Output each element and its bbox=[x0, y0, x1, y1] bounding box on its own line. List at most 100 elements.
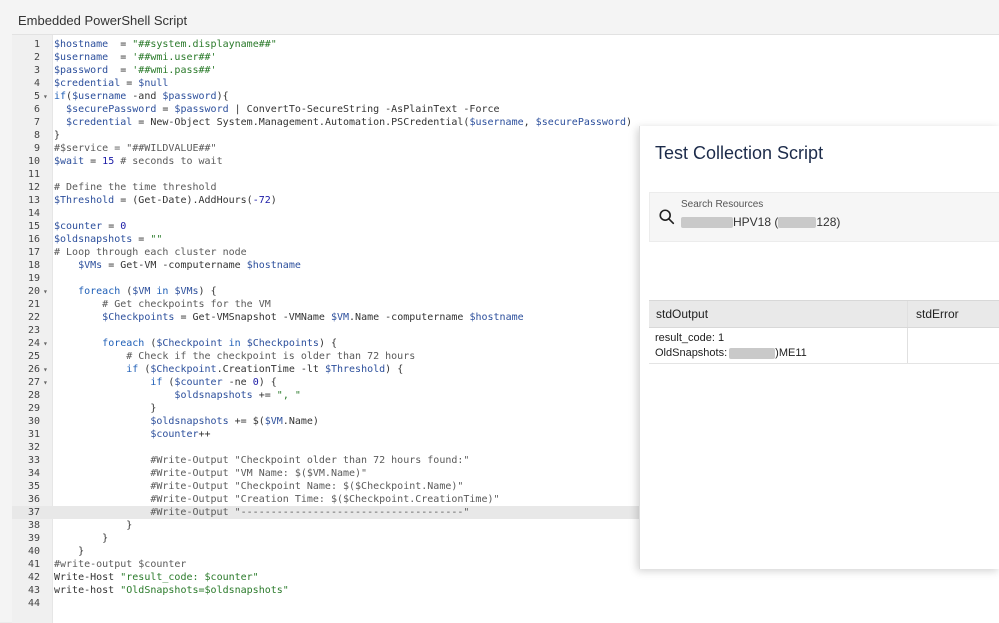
code-text: $wait = 15 # seconds to wait bbox=[54, 156, 223, 167]
code-text: } bbox=[54, 520, 133, 531]
results-table: stdOutput stdError result_code: 1 OldSna… bbox=[649, 300, 999, 364]
code-text: #write-output $counter bbox=[54, 559, 187, 570]
line-number: 26 bbox=[27, 364, 40, 375]
line-number: 38 bbox=[27, 520, 40, 531]
line-number: 41 bbox=[27, 559, 40, 570]
fold-chevron-down-icon[interactable]: ▾ bbox=[43, 90, 48, 103]
result-code-line: result_code: 1 bbox=[655, 332, 725, 344]
table-header: stdOutput stdError bbox=[649, 300, 999, 328]
code-text: $credential = New-Object System.Manageme… bbox=[66, 117, 633, 128]
code-text: Write-Host "result_code: $counter" bbox=[54, 572, 259, 583]
code-text: $securePassword = $password | ConvertTo-… bbox=[66, 104, 500, 115]
code-text: $oldsnapshots = "" bbox=[54, 234, 163, 245]
line-number: 14 bbox=[27, 208, 40, 219]
code-text: foreach ($Checkpoint in $Checkpoints) { bbox=[102, 338, 338, 349]
search-icon bbox=[659, 209, 675, 225]
code-line[interactable]: 5 ▾ if($username -and $password){ bbox=[12, 90, 999, 103]
code-text: $oldsnapshots += ", " bbox=[174, 390, 301, 401]
code-text: } bbox=[54, 546, 85, 557]
search-value-mid: HPV18 ( bbox=[733, 215, 779, 229]
code-text: $hostname = "##system.displayname##" bbox=[54, 39, 277, 50]
code-line[interactable]: 43 write-host "OldSnapshots=$oldsnapshots… bbox=[12, 584, 999, 597]
line-number: 39 bbox=[27, 533, 40, 544]
line-number: 8 bbox=[33, 130, 40, 141]
code-text: #Write-Output "-------------------------… bbox=[150, 507, 470, 518]
code-line[interactable]: 6 $securePassword = $password | ConvertT… bbox=[12, 103, 999, 116]
code-text: $VMs = Get-VM -computername $hostname bbox=[78, 260, 301, 271]
code-line[interactable]: 4 $credential = $null bbox=[12, 77, 999, 90]
code-text: # Get checkpoints for the VM bbox=[102, 299, 271, 310]
code-text: write-host "OldSnapshots=$oldsnapshots" bbox=[54, 585, 289, 596]
line-number: 32 bbox=[27, 442, 40, 453]
test-collection-modal: Test Collection Script Search Resources … bbox=[639, 126, 999, 569]
fold-chevron-down-icon[interactable]: ▾ bbox=[43, 285, 48, 298]
code-line[interactable]: 44 bbox=[12, 597, 999, 610]
code-text: foreach ($VM in $VMs) { bbox=[78, 286, 217, 297]
line-number: 13 bbox=[27, 195, 40, 206]
code-text: $username = '##wmi.user##' bbox=[54, 52, 217, 63]
redacted-block bbox=[681, 217, 733, 229]
line-number: 3 bbox=[33, 65, 40, 76]
code-text: #Write-Output "Checkpoint Name: $($Check… bbox=[150, 481, 464, 492]
script-title: Embedded PowerShell Script bbox=[18, 13, 188, 28]
code-text: } bbox=[54, 403, 157, 414]
line-number: 21 bbox=[27, 299, 40, 310]
line-number: 24 bbox=[27, 338, 40, 349]
line-number: 31 bbox=[27, 429, 40, 440]
line-number: 18 bbox=[27, 260, 40, 271]
fold-chevron-down-icon[interactable]: ▾ bbox=[43, 337, 48, 350]
line-number: 23 bbox=[27, 325, 40, 336]
code-text: } bbox=[54, 130, 61, 141]
code-text: $Threshold = (Get-Date).AddHours(-72) bbox=[54, 195, 277, 206]
line-number: 25 bbox=[27, 351, 40, 362]
code-line[interactable]: 42 Write-Host "result_code: $counter" bbox=[12, 571, 999, 584]
line-number: 29 bbox=[27, 403, 40, 414]
line-number: 34 bbox=[27, 468, 40, 479]
code-line[interactable]: 3 $password = '##wmi.pass##' bbox=[12, 64, 999, 77]
code-text: #$service = "##WILDVALUE##" bbox=[54, 143, 217, 154]
code-text: if ($counter -ne 0) { bbox=[150, 377, 277, 388]
search-value: HPV18 ( 128) bbox=[681, 215, 840, 229]
line-number: 20 bbox=[27, 286, 40, 297]
column-divider bbox=[907, 301, 908, 327]
fold-chevron-down-icon[interactable]: ▾ bbox=[43, 376, 48, 389]
line-number: 17 bbox=[27, 247, 40, 258]
redacted-block bbox=[729, 347, 776, 359]
code-text: $Checkpoints = Get-VMSnapshot -VMName $V… bbox=[102, 312, 524, 323]
line-number: 22 bbox=[27, 312, 40, 323]
line-number: 6 bbox=[33, 104, 40, 115]
code-line[interactable]: 1 $hostname = "##system.displayname##" bbox=[12, 38, 999, 51]
line-number: 16 bbox=[27, 234, 40, 245]
code-text: if($username -and $password){ bbox=[54, 91, 229, 102]
redacted-block bbox=[778, 217, 817, 229]
line-number: 42 bbox=[27, 572, 40, 583]
line-number: 4 bbox=[33, 78, 40, 89]
code-text: #Write-Output "Creation Time: $($Checkpo… bbox=[150, 494, 500, 505]
line-number: 12 bbox=[27, 182, 40, 193]
line-number: 9 bbox=[33, 143, 40, 154]
line-number: 40 bbox=[27, 546, 40, 557]
code-text: # Define the time threshold bbox=[54, 182, 217, 193]
line-number: 37 bbox=[27, 507, 40, 518]
header-stderror: stdError bbox=[916, 307, 959, 321]
line-number: 1 bbox=[33, 39, 40, 50]
old-snapshots-suffix: )ME11 bbox=[775, 347, 807, 359]
line-number: 33 bbox=[27, 455, 40, 466]
line-number: 2 bbox=[33, 52, 40, 63]
old-snapshots-label: OldSnapshots: bbox=[655, 347, 728, 359]
code-text: #Write-Output "VM Name: $($VM.Name)" bbox=[150, 468, 368, 479]
code-text: $oldsnapshots += $($VM.Name) bbox=[150, 416, 319, 427]
fold-chevron-down-icon[interactable]: ▾ bbox=[43, 363, 48, 376]
code-text: } bbox=[54, 533, 109, 544]
line-number: 35 bbox=[27, 481, 40, 492]
search-value-end: 128) bbox=[816, 215, 841, 229]
line-number: 5 bbox=[33, 91, 40, 102]
line-number: 7 bbox=[33, 117, 40, 128]
code-text: $counter = 0 bbox=[54, 221, 127, 232]
code-text: if ($Checkpoint.CreationTime -lt $Thresh… bbox=[126, 364, 404, 375]
line-number: 27 bbox=[27, 377, 40, 388]
header-stdoutput: stdOutput bbox=[656, 307, 709, 321]
search-resources-input[interactable]: Search Resources HPV18 (128) bbox=[649, 192, 999, 242]
stdoutput-cell: result_code: 1 OldSnapshots: )ME11 bbox=[655, 331, 807, 361]
code-line[interactable]: 2 $username = '##wmi.user##' bbox=[12, 51, 999, 64]
